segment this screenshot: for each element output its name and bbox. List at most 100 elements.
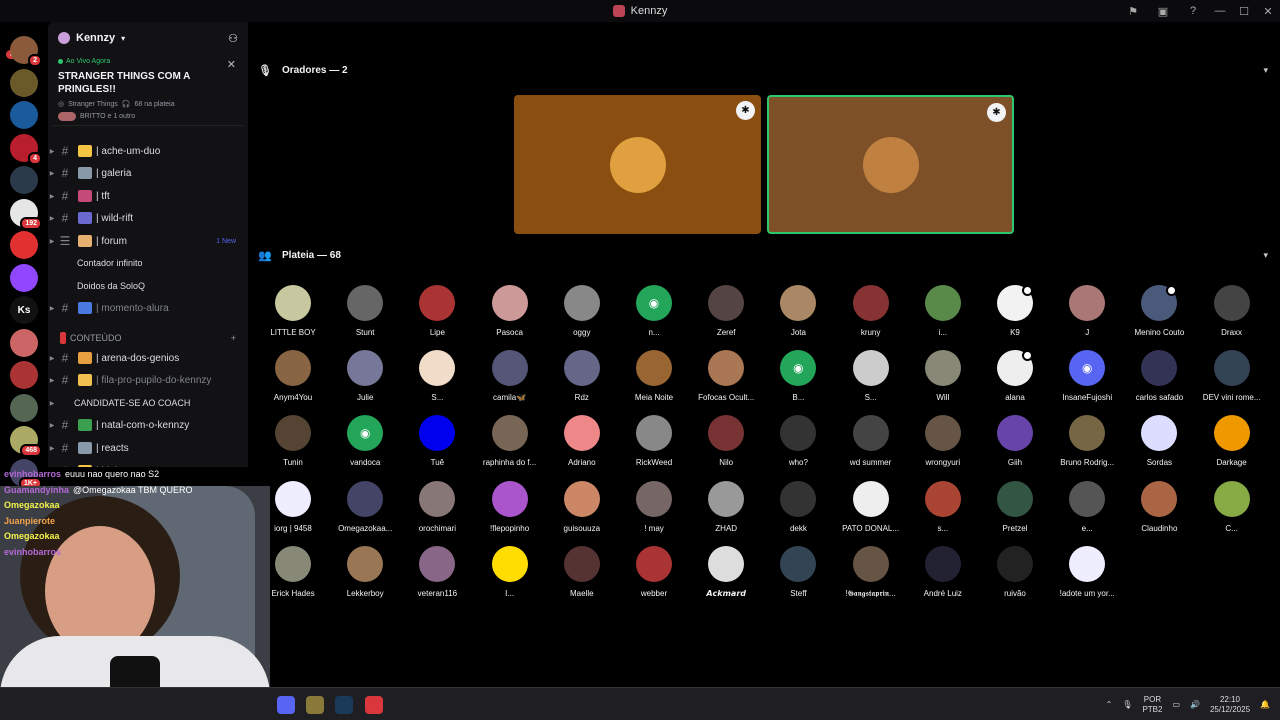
speakers-header[interactable]: 🎙 Oradores — 2 ▾ [258, 60, 1268, 80]
server-icon[interactable]: 2 [10, 36, 42, 67]
app-icon[interactable] [365, 696, 383, 714]
audience-member[interactable]: kruny [830, 285, 912, 337]
audience-member[interactable]: ruivão [974, 545, 1056, 598]
channel-item[interactable]: ▶ # | momento-alura [48, 297, 248, 319]
server-icon[interactable]: Ks [10, 296, 38, 324]
thread-item[interactable]: Doidos da SoloQ [48, 275, 248, 297]
server-icon[interactable] [10, 166, 38, 194]
audience-member[interactable]: veteran116 [396, 545, 478, 598]
audience-member[interactable]: Stunt [324, 285, 406, 337]
audience-member[interactable]: Pretzel [974, 480, 1056, 533]
audience-member[interactable]: PATO DONAL... [830, 480, 912, 533]
server-icon[interactable] [10, 393, 38, 422]
close-button[interactable]: ✕ [1256, 5, 1280, 18]
audience-member[interactable]: Lipe [396, 285, 478, 337]
audience-member[interactable]: camila🦋 [469, 350, 551, 402]
audience-member[interactable]: J [1046, 285, 1128, 337]
chevron-down-icon[interactable]: ▾ [1263, 250, 1268, 261]
close-icon[interactable]: ✕ [227, 58, 236, 71]
audience-member[interactable]: raphinha do f... [469, 415, 551, 467]
server-icon[interactable] [10, 68, 38, 97]
audience-member[interactable]: Rdz [541, 350, 623, 402]
audience-member[interactable]: LITTLE BOY [252, 285, 334, 337]
speaker-tile[interactable]: ✱ [767, 95, 1014, 234]
server-icon[interactable] [10, 101, 38, 129]
audience-member[interactable]: 𝘼𝙘𝙠𝙢𝙖𝙧𝙙 [685, 545, 767, 598]
steam-icon[interactable] [335, 696, 353, 714]
chevron-up-icon[interactable]: ⌃ [1106, 700, 1113, 709]
thread-item[interactable]: Contador infinito [48, 252, 248, 274]
audience-member[interactable]: DEV vini rome... [1191, 350, 1273, 402]
audience-member[interactable]: carlos safado [1118, 350, 1200, 402]
audience-member[interactable]: wd summer [830, 415, 912, 467]
audience-member[interactable]: André Luiz [902, 545, 984, 598]
audience-member[interactable]: webber [613, 545, 695, 598]
channel-item[interactable]: ▶#| ideias1 [48, 460, 248, 467]
notification-icon[interactable]: 🔔 [1260, 700, 1270, 709]
volume-icon[interactable]: 🔊 [1190, 700, 1200, 709]
audience-member[interactable]: !adote um yor... [1046, 545, 1128, 598]
audience-member[interactable]: Zeref [685, 285, 767, 337]
discord-app-icon[interactable] [277, 696, 295, 714]
audience-member[interactable]: Giih [974, 415, 1056, 467]
audience-member[interactable]: e... [1046, 480, 1128, 533]
audience-member[interactable]: ZHAD [685, 480, 767, 533]
server-icon[interactable] [10, 231, 38, 259]
audience-member[interactable]: oggy [541, 285, 623, 337]
live-stage-card[interactable]: Ao Vivo Agora STRANGER THINGS COM A PRIN… [52, 54, 244, 126]
channel-item[interactable]: ▶ # | tft [48, 185, 248, 207]
server-icon[interactable] [10, 263, 38, 292]
audience-member[interactable]: dekk [757, 480, 839, 533]
clock[interactable]: 22:10 25/12/2025 [1210, 695, 1250, 715]
audience-member[interactable]: wrongyuri [902, 415, 984, 467]
add-user-icon[interactable]: ⚇ [228, 32, 238, 45]
audience-member[interactable]: Omegazokaa... [324, 480, 406, 533]
chevron-down-icon[interactable]: ▾ [1263, 65, 1268, 76]
language-indicator[interactable]: POR PTB2 [1142, 695, 1162, 715]
audience-member[interactable]: Fofocas Ocult... [685, 350, 767, 402]
server-icon[interactable]: 468 [10, 426, 42, 457]
audience-member[interactable]: K9 [974, 285, 1056, 337]
audience-member[interactable]: C... [1191, 480, 1273, 533]
help-icon[interactable]: ? [1186, 4, 1200, 18]
audience-member[interactable]: Steff [757, 545, 839, 598]
channel-item[interactable]: ▶ # | fila-pro-pupilo-do-kennzy [48, 369, 248, 391]
server-icon[interactable]: 192 [10, 198, 42, 230]
audience-member[interactable]: Pasoca [469, 285, 551, 337]
audience-member[interactable]: alana [974, 350, 1056, 402]
audience-member[interactable]: !𝕲𝖆𝖓𝖌𝖘𝖙𝖆𝖕𝖗𝖎𝖓... [830, 545, 912, 599]
audience-member[interactable]: Tuê [396, 415, 478, 467]
server-header[interactable]: Kennzy ▾ ⚇ [48, 22, 248, 54]
channel-item[interactable]: ▶ # | galeria [48, 162, 248, 184]
audience-header[interactable]: 👥 Plateia — 68 ▾ [258, 245, 1268, 265]
audience-member[interactable]: Nilo [685, 415, 767, 467]
audience-member[interactable]: ◉ vandoca [324, 415, 406, 467]
server-icon[interactable] [10, 328, 38, 357]
audience-member[interactable]: ! may [613, 480, 695, 533]
audience-member[interactable]: Will [902, 350, 984, 402]
plus-icon[interactable]: + [231, 333, 236, 343]
channel-item[interactable]: ▶ ☰ | forum 1 New [48, 230, 248, 252]
minimize-button[interactable]: — [1208, 5, 1232, 17]
speaker-tile[interactable]: ✱ [514, 95, 761, 234]
audience-member[interactable]: I... [469, 545, 551, 598]
audience-member[interactable]: orochimari [396, 480, 478, 533]
audience-member[interactable]: guisouuza [541, 480, 623, 533]
audience-member[interactable]: Julie [324, 350, 406, 402]
audience-member[interactable]: RickWeed [613, 415, 695, 467]
audience-member[interactable]: Lekkerboy [324, 545, 406, 598]
inbox-icon[interactable]: ⚑ [1126, 4, 1140, 18]
audience-member[interactable]: ◉ B... [757, 350, 839, 402]
audience-member[interactable]: Darkage [1191, 415, 1273, 467]
channel-item[interactable]: ▶ # | reacts [48, 437, 248, 459]
audience-member[interactable]: !flepopinho [469, 480, 551, 533]
audience-member[interactable]: s... [902, 480, 984, 533]
audience-member[interactable]: ◉ n... [613, 285, 695, 337]
microphone-icon[interactable]: 🎙 [1122, 700, 1132, 709]
channel-item[interactable]: ▶ # | arena-dos-genios [48, 347, 248, 369]
audience-member[interactable]: S... [830, 350, 912, 402]
app-icon[interactable] [306, 696, 324, 714]
audience-member[interactable]: Sordas [1118, 415, 1200, 467]
audience-member[interactable]: Tunin [252, 415, 334, 467]
audience-member[interactable]: Maelle [541, 545, 623, 598]
